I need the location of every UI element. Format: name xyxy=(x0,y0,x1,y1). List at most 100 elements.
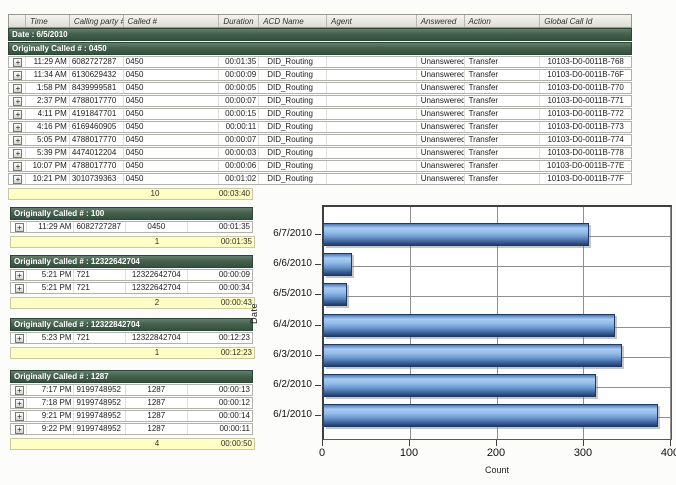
expand-cell: + xyxy=(11,385,26,395)
called-group-header-0450[interactable]: Originally Called # : 0450 xyxy=(8,42,632,55)
cell-duration: 00:01:35 xyxy=(218,57,258,67)
expand-icon[interactable]: + xyxy=(13,84,22,93)
group-summary-row: 100:12:23 xyxy=(10,347,255,359)
expand-cell: + xyxy=(9,109,25,119)
cell-calling: 4788017770 xyxy=(69,135,123,145)
cell-duration: 00:00:11 xyxy=(218,122,258,132)
called-group-header[interactable]: Originally Called # : 12322642704 xyxy=(10,255,253,268)
x-tick-mark xyxy=(583,440,584,446)
cell-calling: 6082727287 xyxy=(73,222,125,232)
summary-total-duration: 00:00:43 xyxy=(188,298,254,308)
expand-icon[interactable]: + xyxy=(13,136,22,145)
cell-time: 7:18 PM xyxy=(26,398,74,408)
x-tick-mark xyxy=(409,440,410,446)
expand-icon[interactable]: + xyxy=(15,284,24,293)
cell-action: Transfer xyxy=(464,135,540,145)
table-row: +4:11 PM4191847701045000:00:15DID_Routin… xyxy=(8,108,632,120)
table-row: +1:58 PM8439999581045000:00:05DID_Routin… xyxy=(8,82,632,94)
y-tick-mark xyxy=(315,355,321,356)
cell-duration: 00:00:15 xyxy=(218,109,258,119)
cell-action: Transfer xyxy=(464,148,540,158)
chart-bar-6-1-2010 xyxy=(324,404,658,427)
y-tick-label: 6/2/2010 xyxy=(240,379,312,390)
column-header-global-call-id[interactable]: Global Call Id xyxy=(539,15,631,27)
column-header-agent[interactable]: Agent xyxy=(326,15,416,27)
cell-calling: 721 xyxy=(73,333,125,343)
cell-calling: 721 xyxy=(73,270,125,280)
expand-icon[interactable]: + xyxy=(15,412,24,421)
called-group-table: Originally Called # : 100+11:29 AM608272… xyxy=(10,207,253,248)
y-tick-mark xyxy=(315,385,321,386)
expand-icon[interactable]: + xyxy=(13,175,22,184)
cell-called: 0450 xyxy=(123,174,219,184)
expand-cell: + xyxy=(11,424,26,434)
cell-time: 5:21 PM xyxy=(26,270,74,280)
column-header-duration[interactable]: Duration xyxy=(218,15,258,27)
expand-icon[interactable]: + xyxy=(13,97,22,106)
cell-called: 0450 xyxy=(125,222,186,232)
expand-icon[interactable]: + xyxy=(15,223,24,232)
column-header-action[interactable]: Action xyxy=(464,15,540,27)
table-row: +11:29 AM6082727287045000:01:35DID_Routi… xyxy=(8,56,632,68)
expand-icon[interactable]: + xyxy=(13,58,22,67)
expand-icon[interactable]: + xyxy=(15,399,24,408)
expand-cell: + xyxy=(9,161,25,171)
cell-duration: 00:00:07 xyxy=(218,135,258,145)
date-group-header[interactable]: Date : 6/5/2010 xyxy=(8,28,632,41)
column-header-called[interactable]: Called # xyxy=(123,15,219,27)
cell-global_id: 10103-D0-0011B-76F xyxy=(539,70,631,80)
cell-calling: 6169460905 xyxy=(69,122,123,132)
table-row: +5:23 PM7211232284270400:12:23 xyxy=(10,332,253,344)
expand-icon[interactable]: + xyxy=(15,334,24,343)
group-summary-row: 10 00:03:40 xyxy=(8,188,253,200)
y-tick-mark xyxy=(315,264,321,265)
expand-icon[interactable]: + xyxy=(15,271,24,280)
cell-agent xyxy=(326,96,416,106)
expand-icon[interactable]: + xyxy=(15,386,24,395)
table-row: +2:37 PM4788017770045000:00:07DID_Routin… xyxy=(8,95,632,107)
x-tick-label: 400 xyxy=(648,447,676,459)
cell-duration: 00:00:12 xyxy=(187,398,252,408)
called-group-header[interactable]: Originally Called # : 100 xyxy=(10,207,253,220)
x-tick-label: 0 xyxy=(300,447,344,459)
expand-icon[interactable]: + xyxy=(13,71,22,80)
cell-global_id: 10103-D0-0011B-768 xyxy=(539,57,631,67)
x-tick-label: 300 xyxy=(561,447,605,459)
cell-called: 1287 xyxy=(125,424,186,434)
column-header-calling-party[interactable]: Calling party # xyxy=(69,15,123,27)
called-group-header[interactable]: Originally Called # : 1287 xyxy=(10,370,253,383)
cell-calling: 721 xyxy=(73,283,125,293)
expand-icon[interactable]: + xyxy=(13,123,22,132)
cell-answered: Unanswered xyxy=(416,135,464,145)
cell-action: Transfer xyxy=(464,161,540,171)
cell-called: 12322842704 xyxy=(125,333,186,343)
cell-duration: 00:00:06 xyxy=(218,161,258,171)
expand-icon[interactable]: + xyxy=(15,425,24,434)
cell-calling: 9199748952 xyxy=(73,385,125,395)
cell-called: 0450 xyxy=(123,135,219,145)
table-row: +11:34 AM6130629432045000:00:09DID_Routi… xyxy=(8,69,632,81)
cell-agent xyxy=(326,148,416,158)
summary-total-duration: 00:03:40 xyxy=(186,189,252,199)
column-header-acd-name[interactable]: ACD Name xyxy=(258,15,326,27)
expand-cell: + xyxy=(9,148,25,158)
expand-icon[interactable]: + xyxy=(13,162,22,171)
called-group-header[interactable]: Originally Called # : 12322842704 xyxy=(10,318,253,331)
cell-time: 11:29 AM xyxy=(25,57,69,67)
x-tick-mark xyxy=(322,440,323,446)
y-tick-label: 6/3/2010 xyxy=(240,349,312,360)
x-tick-mark xyxy=(670,440,671,446)
expand-icon[interactable]: + xyxy=(13,149,22,158)
column-header-answered[interactable]: Answered xyxy=(416,15,464,27)
category-gridline xyxy=(324,266,671,267)
table-body: +11:29 AM6082727287045000:01:35DID_Routi… xyxy=(8,56,632,185)
calls-by-date-chart xyxy=(322,205,672,440)
cell-agent xyxy=(326,122,416,132)
expand-icon[interactable]: + xyxy=(13,110,22,119)
table-row: +9:22 PM9199748952128700:00:11 xyxy=(10,423,253,435)
cell-acd: DID_Routing xyxy=(258,135,326,145)
chart-bar-6-4-2010 xyxy=(324,314,615,337)
column-header-time[interactable]: Time xyxy=(25,15,69,27)
expand-cell: + xyxy=(9,83,25,93)
cell-answered: Unanswered xyxy=(416,57,464,67)
